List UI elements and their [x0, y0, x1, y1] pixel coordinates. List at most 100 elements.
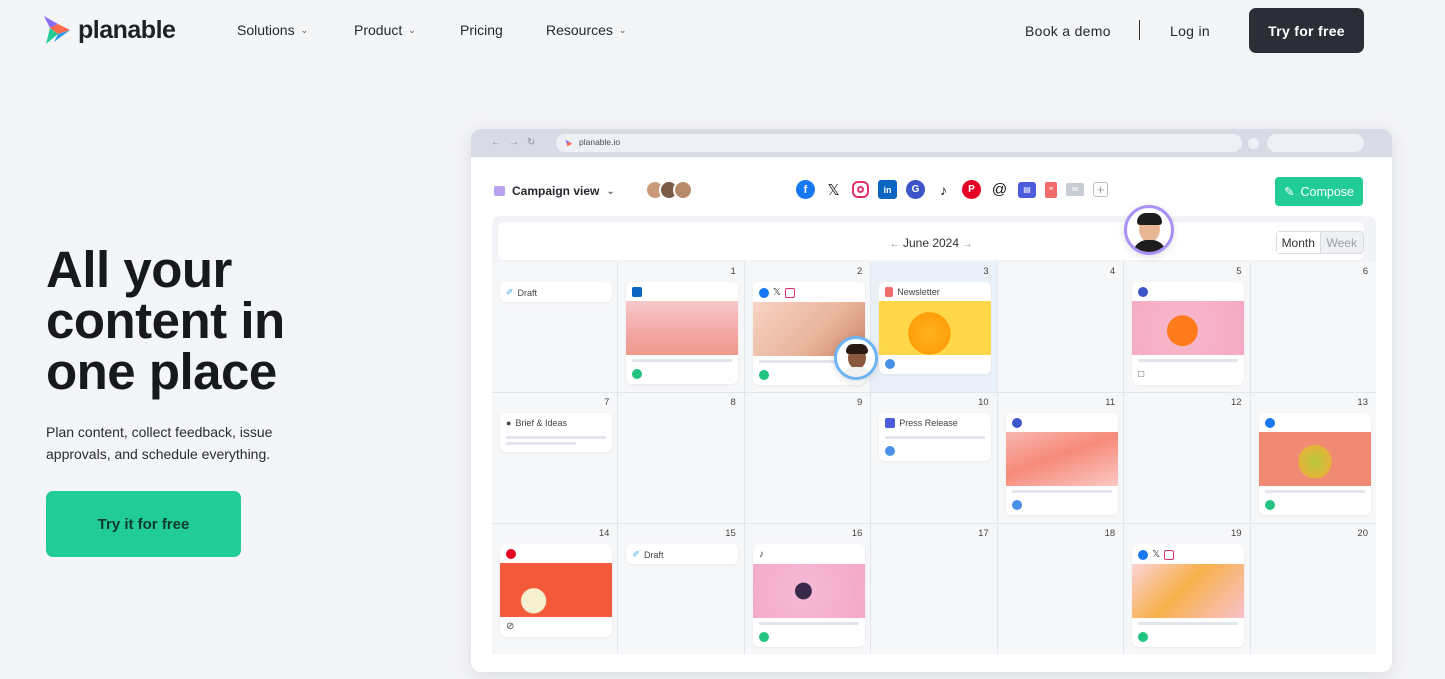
post-card: □ — [1132, 282, 1245, 385]
product-screenshot: ←→↻ planable.io Campaign view ⌄ f 𝕏 in G… — [471, 129, 1392, 672]
day-cell: 4 — [997, 262, 1124, 392]
post-image — [1005, 432, 1118, 486]
brand-logo[interactable]: planable — [42, 14, 176, 46]
x-icon: 𝕏 — [1152, 549, 1161, 560]
post-card: ⊘ — [500, 544, 612, 637]
favicon-icon — [565, 139, 573, 147]
card-label: Newsletter — [897, 287, 940, 297]
pencil-icon: ✎ — [1284, 185, 1295, 199]
day-number: 12 — [1230, 397, 1242, 408]
post-card: ✐ Draft — [500, 282, 612, 302]
facebook-icon — [758, 287, 769, 298]
facebook-icon — [1138, 549, 1149, 560]
linkedin-icon — [632, 287, 643, 297]
login-link[interactable]: Log in — [1170, 23, 1210, 39]
press-icon — [885, 418, 896, 428]
day-number: 8 — [730, 397, 736, 408]
post-card: Press Release — [879, 413, 992, 461]
day-number: 17 — [978, 528, 989, 539]
day-number: 2 — [856, 266, 863, 277]
day-cell: 9 — [744, 393, 871, 523]
tiktok-icon: ♪ — [758, 549, 764, 560]
compose-button: ✎ Compose — [1275, 177, 1363, 206]
top-nav: planable Solutions ⌄ Product ⌄ Pricing R… — [0, 0, 1445, 62]
nav-label: Resources — [546, 22, 613, 38]
scheduled-icon — [1011, 500, 1022, 510]
channel-icons: f 𝕏 in G ♪ P @ ▤ ≡ ✉ + — [796, 180, 1108, 199]
facebook-icon — [1264, 418, 1275, 428]
nav-divider — [1139, 20, 1140, 40]
press-icon: ▤ — [1018, 181, 1036, 198]
day-cell: 11 — [997, 393, 1124, 523]
month-text: June 2024 — [902, 236, 960, 250]
post-card: ● Brief & Ideas — [500, 413, 612, 452]
day-cell: 6 — [1250, 262, 1376, 392]
brand-name: planable — [78, 15, 176, 44]
day-number: 10 — [978, 397, 989, 408]
chevron-down-icon: ⌄ — [408, 24, 416, 35]
chevron-down-icon: ⌄ — [606, 185, 615, 197]
nav-product[interactable]: Product ⌄ — [354, 22, 416, 38]
day-cell: 13 — [1250, 393, 1376, 523]
instagram-icon — [784, 287, 795, 298]
day-cell: 5 □ — [1124, 262, 1250, 392]
post-image — [752, 564, 865, 618]
nav-pricing[interactable]: Pricing — [460, 22, 503, 38]
nav-label: Solutions — [237, 22, 295, 38]
post-card: ✐ Draft — [626, 544, 739, 564]
day-cell: 15 ✐ Draft — [618, 524, 744, 654]
instagram-icon — [852, 181, 869, 198]
day-number: 13 — [1357, 397, 1368, 408]
approved-icon — [632, 369, 643, 379]
campaign-view-dropdown: Campaign view ⌄ — [494, 184, 615, 198]
calendar-grid: ✐ Draft 1 2 𝕏 3 Newsletter 4 5 □ 6 7 ● B… — [492, 262, 1376, 654]
day-number: 18 — [1104, 528, 1116, 539]
hero-title: All your content in one place — [46, 241, 285, 400]
book-demo-link[interactable]: Book a demo — [1025, 23, 1111, 39]
try-it-for-free-button[interactable]: Try it for free — [46, 491, 241, 557]
comment-icon: □ — [1138, 369, 1145, 380]
google-icon: G — [906, 180, 925, 199]
card-label: Draft — [517, 287, 538, 298]
toggle-month: Month — [1277, 232, 1321, 253]
chevron-down-icon: ⌄ — [618, 24, 627, 35]
nav-resources[interactable]: Resources ⌄ — [546, 22, 626, 38]
day-cell: 7 ● Brief & Ideas — [492, 393, 618, 523]
linkedin-icon: in — [878, 180, 897, 199]
month-label: ← June 2024 → — [498, 236, 1364, 250]
google-icon — [1138, 287, 1149, 297]
chevron-down-icon: ⌄ — [300, 24, 309, 35]
avatar — [673, 180, 693, 200]
planable-logo-icon — [44, 16, 70, 44]
day-number: 7 — [604, 397, 610, 408]
post-image — [1132, 301, 1245, 355]
facebook-icon: f — [796, 180, 815, 199]
post-card: Newsletter — [879, 282, 992, 374]
day-cell: 12 — [1124, 393, 1250, 523]
nav-solutions[interactable]: Solutions ⌄ — [237, 22, 308, 38]
browser-dot — [1248, 138, 1259, 149]
nav-label: Product — [354, 22, 403, 38]
day-number: 19 — [1230, 528, 1242, 539]
draft-icon: ✐ — [506, 287, 514, 297]
day-number: 3 — [983, 266, 989, 277]
day-number: 15 — [725, 528, 736, 539]
try-for-free-button[interactable]: Try for free — [1249, 8, 1364, 53]
collaborator-avatar — [1124, 205, 1174, 255]
day-number: 20 — [1357, 528, 1368, 539]
day-number: 16 — [851, 528, 863, 539]
day-cell: 8 — [618, 393, 744, 523]
calendar: ← June 2024 → Month Week ✐ Draft 1 2 𝕏 3… — [492, 216, 1376, 654]
post-card: 𝕏 — [1132, 544, 1245, 647]
browser-chrome: ←→↻ planable.io — [471, 129, 1392, 157]
x-icon: 𝕏 — [827, 181, 840, 199]
post-image — [500, 563, 612, 617]
post-image — [879, 301, 992, 355]
url-text: planable.io — [579, 137, 621, 147]
threads-icon: @ — [991, 181, 1008, 198]
planner-toolbar: Campaign view ⌄ f 𝕏 in G ♪ P @ ▤ ≡ ✉ + ✎… — [471, 169, 1392, 209]
post-image — [626, 301, 739, 355]
post-card — [1005, 413, 1118, 515]
google-icon — [1011, 418, 1022, 428]
pinterest-icon: P — [962, 180, 981, 199]
